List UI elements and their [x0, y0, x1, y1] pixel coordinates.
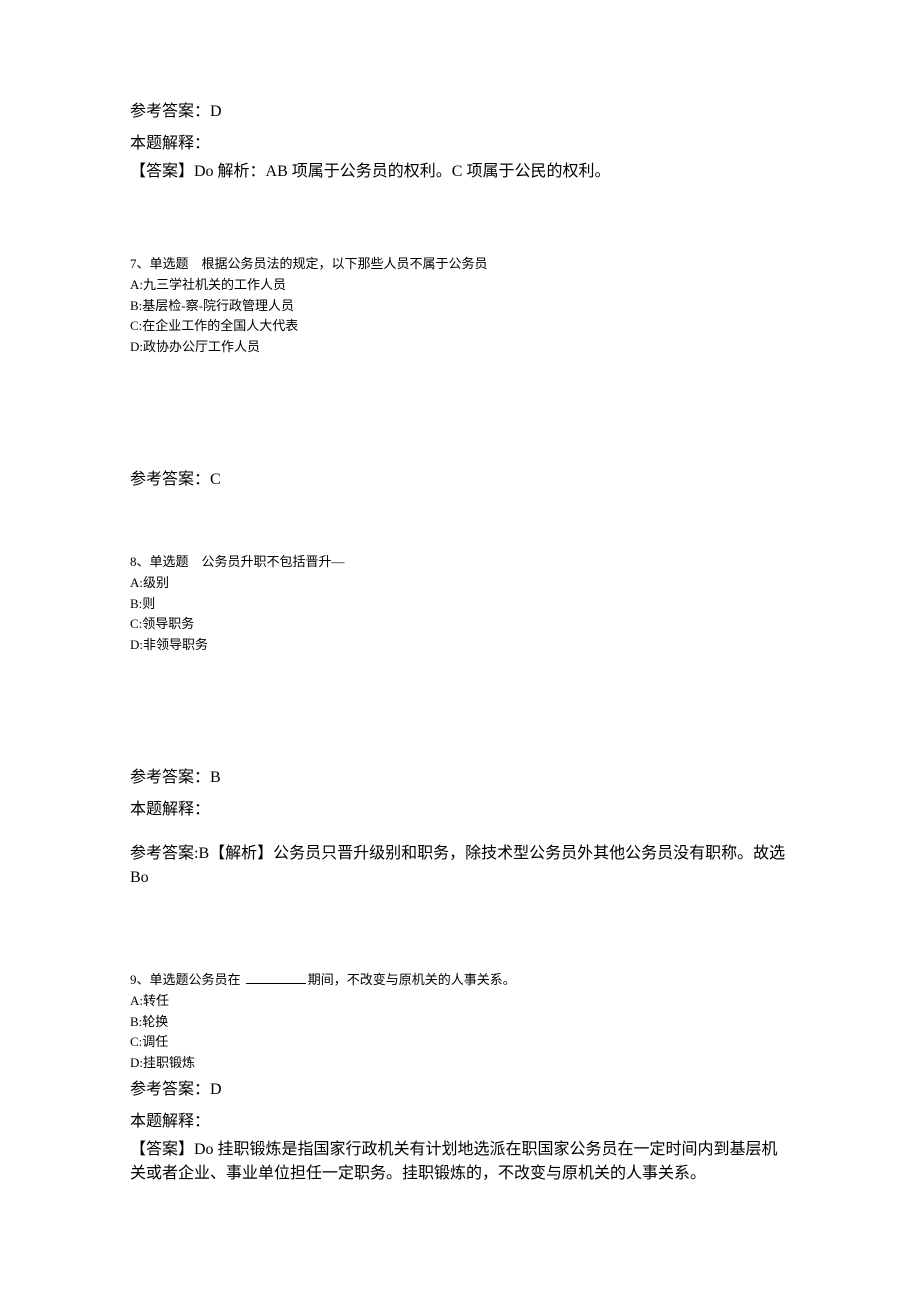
q9-answer: 参考答案：D	[130, 1078, 790, 1102]
q7-option-b: B:基层检-察-院行政管理人员	[130, 296, 790, 317]
spacer	[130, 826, 790, 842]
q7-option-c: C:在企业工作的全国人大代表	[130, 316, 790, 337]
q8-option-a: A:级别	[130, 573, 790, 594]
answer-value: C	[210, 471, 221, 488]
q7-answer: 参考答案：C	[130, 468, 790, 492]
answer-value: D	[210, 1081, 222, 1098]
q9-stem: 9、单选题公务员在 期间，不改变与原机关的人事关系。	[130, 970, 790, 991]
document-page: 参考答案：D 本题解释： 【答案】Do 解析：AB 项属于公务员的权利。C 项属…	[0, 0, 920, 1250]
answer-value: B	[210, 769, 221, 786]
answer-label: 参考答案：	[130, 769, 210, 786]
q8-answer: 参考答案：B	[130, 766, 790, 790]
question-type: 单选题	[150, 554, 189, 569]
q9-explain-label: 本题解释：	[130, 1110, 790, 1134]
q6-answer: 参考答案：D	[130, 100, 790, 124]
question-number: 9、	[130, 972, 150, 987]
question-stem-pre: 公务员在	[189, 972, 244, 987]
q8-explain-text: 参考答案:B【解析】公务员只晋升级别和职务，除技术型公务员外其他公务员没有职称。…	[130, 842, 790, 890]
answer-label: 参考答案：	[130, 1081, 210, 1098]
q7-option-a: A:九三学社机关的工作人员	[130, 275, 790, 296]
q8-option-d: D:非领导职务	[130, 635, 790, 656]
question-stem-text: 根据公务员法的规定，以下那些人员不属于公务员	[202, 256, 488, 271]
answer-value: D	[210, 103, 222, 120]
q6-explain-text: 【答案】Do 解析：AB 项属于公务员的权利。C 项属于公民的权利。	[130, 160, 790, 184]
q7-option-d: D:政协办公厅工作人员	[130, 337, 790, 358]
q6-explain-label: 本题解释：	[130, 132, 790, 156]
question-number: 8、	[130, 554, 150, 569]
question-type: 单选题	[150, 972, 189, 987]
q9-option-c: C:调任	[130, 1032, 790, 1053]
q8-option-c: C:领导职务	[130, 614, 790, 635]
answer-label: 参考答案：	[130, 471, 210, 488]
q9-option-b: B:轮换	[130, 1012, 790, 1033]
q9-option-d: D:挂职锻炼	[130, 1053, 790, 1074]
q8-option-b: B:则	[130, 594, 790, 615]
question-7: 7、单选题 根据公务员法的规定，以下那些人员不属于公务员 A:九三学社机关的工作…	[130, 254, 790, 358]
q7-stem: 7、单选题 根据公务员法的规定，以下那些人员不属于公务员	[130, 254, 790, 275]
q9-explain-text: 【答案】Do 挂职锻炼是指国家行政机关有计划地选派在职国家公务员在一定时间内到基…	[130, 1138, 790, 1186]
q9-option-a: A:转任	[130, 991, 790, 1012]
q8-stem: 8、单选题 公务员升职不包括晋升—	[130, 552, 790, 573]
answer-label: 参考答案：	[130, 103, 210, 120]
question-9: 9、单选题公务员在 期间，不改变与原机关的人事关系。 A:转任 B:轮换 C:调…	[130, 970, 790, 1186]
question-stem-post: 期间，不改变与原机关的人事关系。	[308, 972, 516, 987]
question-stem-text: 公务员升职不包括晋升—	[202, 554, 345, 569]
question-number: 7、	[130, 256, 150, 271]
fill-blank	[246, 971, 306, 984]
q8-explain-label: 本题解释：	[130, 798, 790, 822]
question-8: 8、单选题 公务员升职不包括晋升— A:级别 B:则 C:领导职务 D:非领导职…	[130, 552, 790, 656]
question-type: 单选题	[150, 256, 189, 271]
